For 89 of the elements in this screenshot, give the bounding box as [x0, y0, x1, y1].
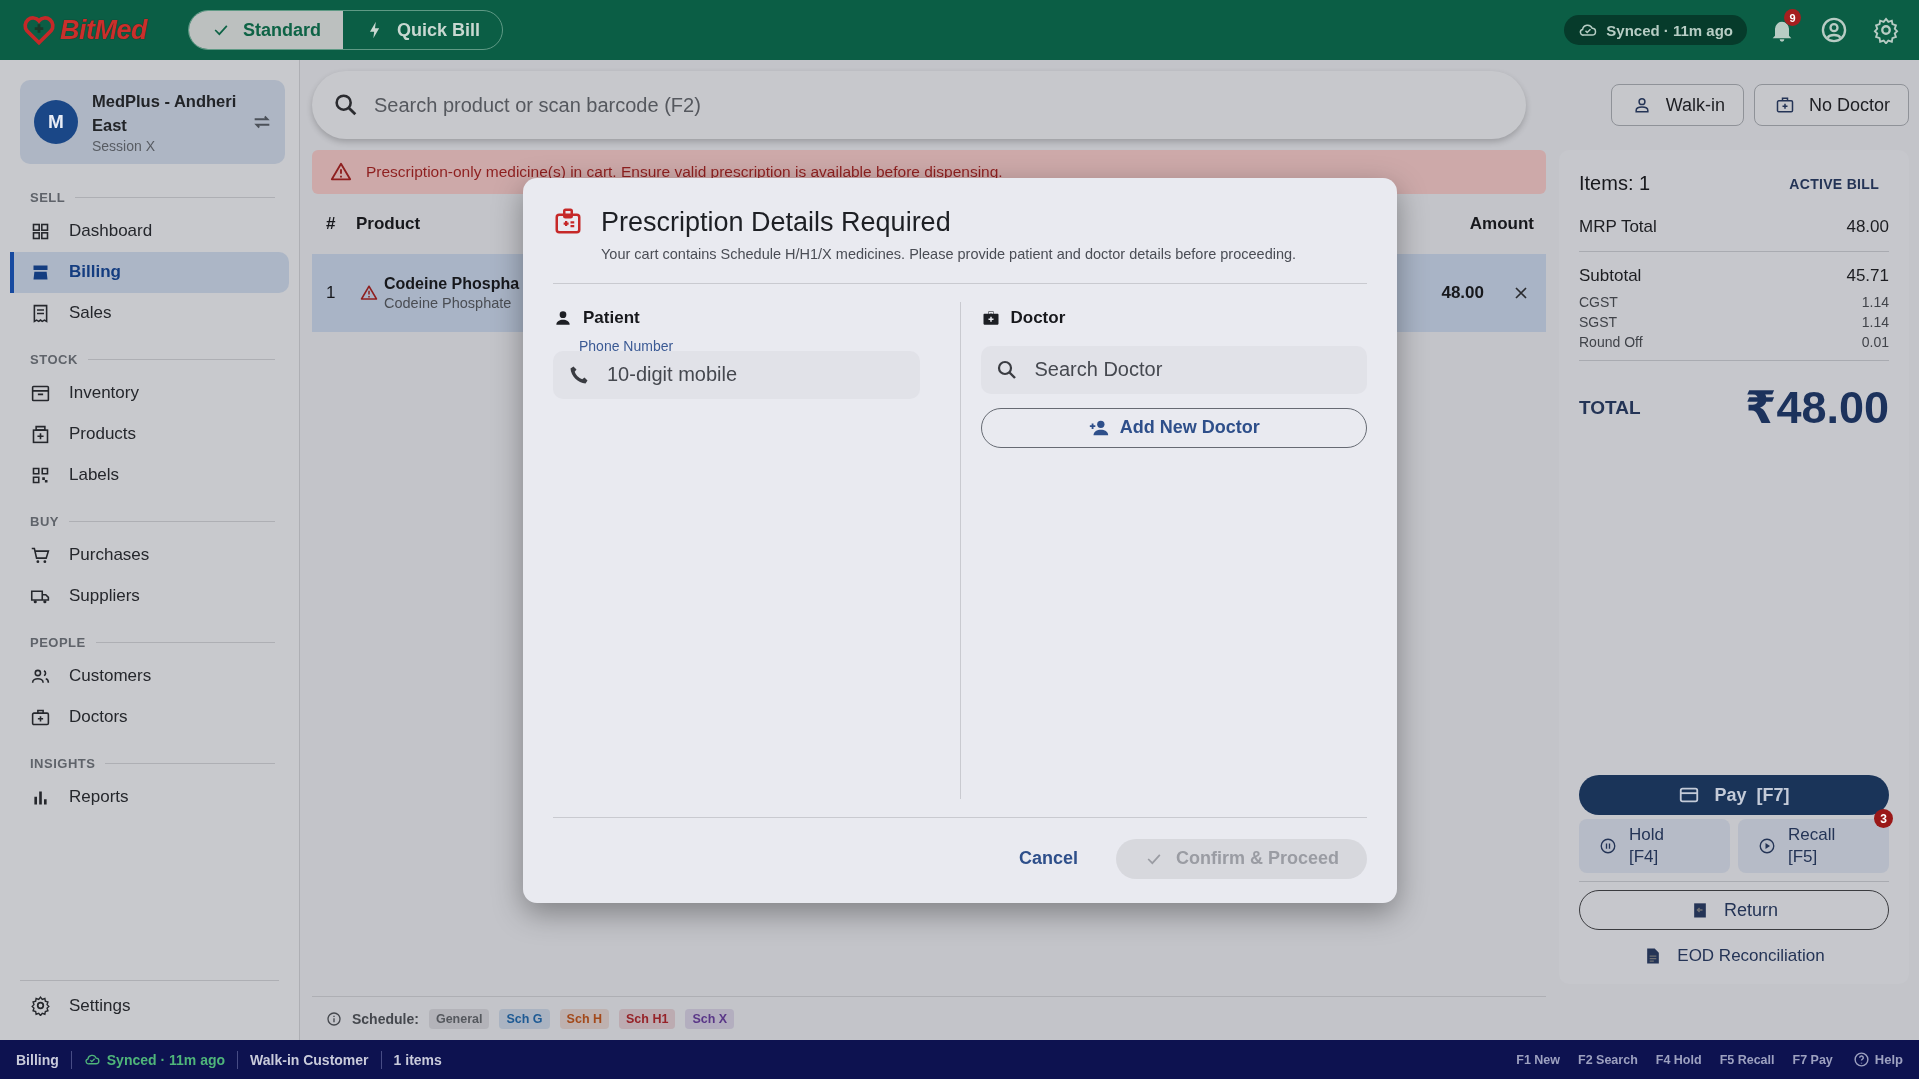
shortcut-hint: F7 Pay	[1792, 1052, 1833, 1067]
logo-text: BitMed	[60, 14, 147, 46]
sidebar-item[interactable]: Dashboard	[10, 210, 289, 252]
sync-status: Synced · 11m ago	[1564, 15, 1747, 45]
summary-value: 1.14	[1861, 314, 1889, 330]
cancel-button[interactable]: Cancel	[1006, 838, 1090, 879]
help-link[interactable]: Help	[1852, 1051, 1903, 1068]
status-text: Billing	[16, 1051, 59, 1068]
store-card[interactable]: M MedPlus - Andheri East Session X	[20, 80, 285, 164]
info-icon	[326, 1010, 342, 1027]
row-amount: 48.00	[1440, 283, 1485, 303]
prescription-icon	[553, 206, 583, 236]
sidebar-item[interactable]: Inventory	[10, 372, 289, 414]
status-text: 1 items	[393, 1051, 442, 1068]
column-header: #	[325, 214, 337, 234]
doctor-search-field[interactable]: Search Doctor	[980, 345, 1367, 394]
store-avatar: M	[34, 99, 78, 144]
help-icon	[1852, 1051, 1870, 1068]
pause-icon	[1599, 837, 1617, 855]
search-field[interactable]: Search product or scan barcode (F2)	[312, 71, 1526, 139]
eod-link[interactable]: EOD Reconciliation	[1579, 946, 1889, 966]
play-icon	[1758, 837, 1776, 855]
alert-text: Prescription-only medicine(s) in cart. Ensure valid prescription is available before dispensing.	[366, 163, 1003, 181]
schedule-label: Schedule:	[352, 1010, 419, 1027]
summary-label: Subtotal	[1579, 266, 1642, 286]
customer-button[interactable]: Walk-in	[1610, 84, 1744, 126]
section-heading: INSIGHTS	[30, 755, 96, 771]
summary-value: 1.14	[1861, 294, 1889, 310]
logo-icon	[20, 13, 58, 47]
sidebar-item[interactable]: Labels	[10, 454, 289, 496]
summary-label: MRP Total	[1579, 217, 1657, 237]
pay-button[interactable]: Pay [F7]	[1579, 775, 1889, 815]
notification-badge: 9	[1784, 9, 1801, 26]
sidebar-item[interactable]: Settings	[20, 980, 279, 1030]
shortcut-hint: F2 Search	[1578, 1052, 1638, 1067]
shortcut-hint: F1 New	[1516, 1052, 1560, 1067]
total-label: TOTAL	[1579, 396, 1641, 419]
summary-value: 0.01	[1861, 334, 1889, 350]
section-heading: Patient	[583, 307, 640, 328]
sidebar-item[interactable]: Doctors	[10, 696, 289, 738]
item-count: Items: 1	[1579, 172, 1651, 195]
dialog-description: Your cart contains Schedule H/H1/X medicines. Please provide patient and doctor details before proceeding.	[601, 245, 1297, 265]
schedule-tag: Sch H	[559, 1008, 610, 1029]
summary-value: 45.71	[1846, 266, 1889, 286]
medkit-icon	[1774, 95, 1795, 115]
store-name: MedPlus - Andheri East	[92, 91, 237, 136]
sidebar-item[interactable]: Products	[10, 413, 289, 455]
mode-tab[interactable]: Quick Bill	[343, 11, 503, 49]
mode-tab[interactable]: Standard	[189, 11, 343, 49]
status-text: Walk-in Customer	[250, 1051, 369, 1068]
row-number: 1	[325, 283, 337, 303]
summary-label: Round Off	[1579, 334, 1643, 350]
sidebar-item[interactable]: Sales	[10, 292, 289, 334]
sidebar-item[interactable]: Reports	[10, 776, 289, 818]
column-header: Product	[355, 214, 421, 234]
schedule-tag: Sch X	[685, 1008, 735, 1029]
sync-status: Synced · 11m ago	[106, 1051, 226, 1068]
phone-field[interactable]: 10-digit mobile	[553, 350, 920, 399]
section-heading: Doctor	[1010, 307, 1066, 328]
section-heading: PEOPLE	[30, 634, 86, 650]
sidebar-item[interactable]: Customers	[10, 655, 289, 697]
hold-button[interactable]: Hold [F4]	[1579, 819, 1730, 873]
warning-icon	[330, 161, 352, 183]
summary-value: 48.00	[1846, 217, 1889, 237]
section-heading: SELL	[30, 189, 66, 205]
settings-icon	[30, 995, 51, 1016]
dialog-title: Prescription Details Required	[601, 206, 952, 239]
sidebar-item[interactable]: Suppliers	[10, 575, 289, 617]
column-header: Amount	[1468, 214, 1535, 234]
medicine-box-icon	[30, 423, 51, 445]
account-icon	[1820, 16, 1848, 44]
doctor-button[interactable]: No Doctor	[1753, 84, 1909, 126]
shortcut-hint: F4 Hold	[1655, 1052, 1702, 1067]
summary-label: CGST	[1579, 294, 1618, 310]
sidebar-item[interactable]: Billing	[10, 251, 289, 293]
shortcut-hint: F5 Recall	[1719, 1052, 1775, 1067]
schedule-tag: Sch G	[499, 1008, 550, 1029]
product-generic: Codeine Phosphate	[384, 295, 513, 311]
schedule-tag: General	[428, 1008, 490, 1029]
sidebar-item[interactable]: Purchases	[10, 534, 289, 576]
section-heading: STOCK	[30, 351, 78, 367]
summary-label: SGST	[1579, 314, 1618, 330]
section-heading: BUY	[30, 513, 59, 529]
product-name: Codeine Phospha	[384, 275, 520, 293]
session-label: Session X	[92, 137, 157, 154]
total-amount: ₹48.00	[1745, 381, 1889, 434]
schedule-tag: Sch H1	[619, 1008, 676, 1029]
settings-icon	[1872, 16, 1900, 44]
bill-status: ACTIVE BILL	[1789, 175, 1879, 192]
